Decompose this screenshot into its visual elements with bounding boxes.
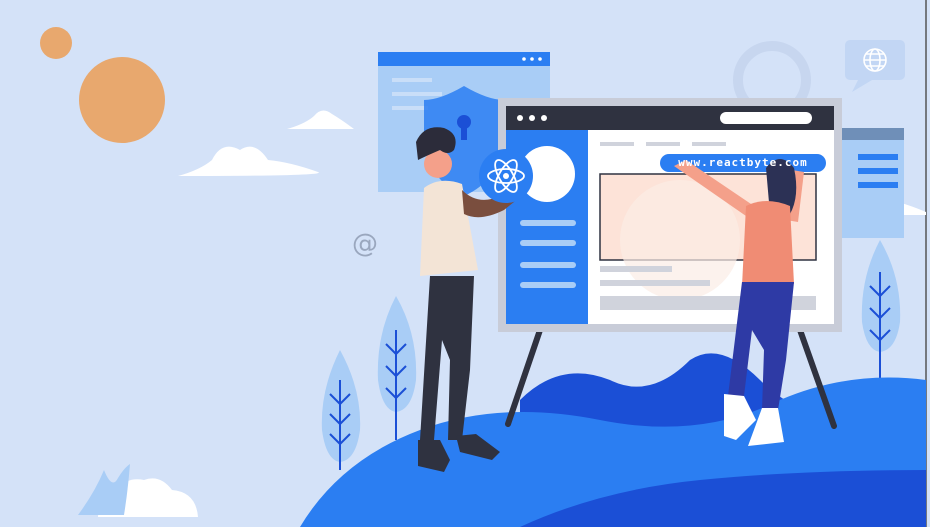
cloud-small — [287, 110, 354, 129]
tree-right — [861, 240, 901, 380]
cloud-left — [178, 146, 319, 176]
side-widget — [838, 128, 904, 238]
tree-mid — [377, 296, 417, 440]
url-label: www.reactbyte.com — [678, 156, 808, 169]
hero-illustration: @ www.reactbyte.com — [0, 0, 930, 527]
illustration-canvas: @ — [40, 0, 927, 527]
leaf-bush — [78, 464, 130, 515]
tree-left — [321, 350, 361, 470]
small-sun — [40, 27, 72, 59]
big-sun — [79, 57, 165, 143]
react-logo-icon — [479, 149, 533, 203]
at-symbol: @ — [352, 229, 378, 259]
